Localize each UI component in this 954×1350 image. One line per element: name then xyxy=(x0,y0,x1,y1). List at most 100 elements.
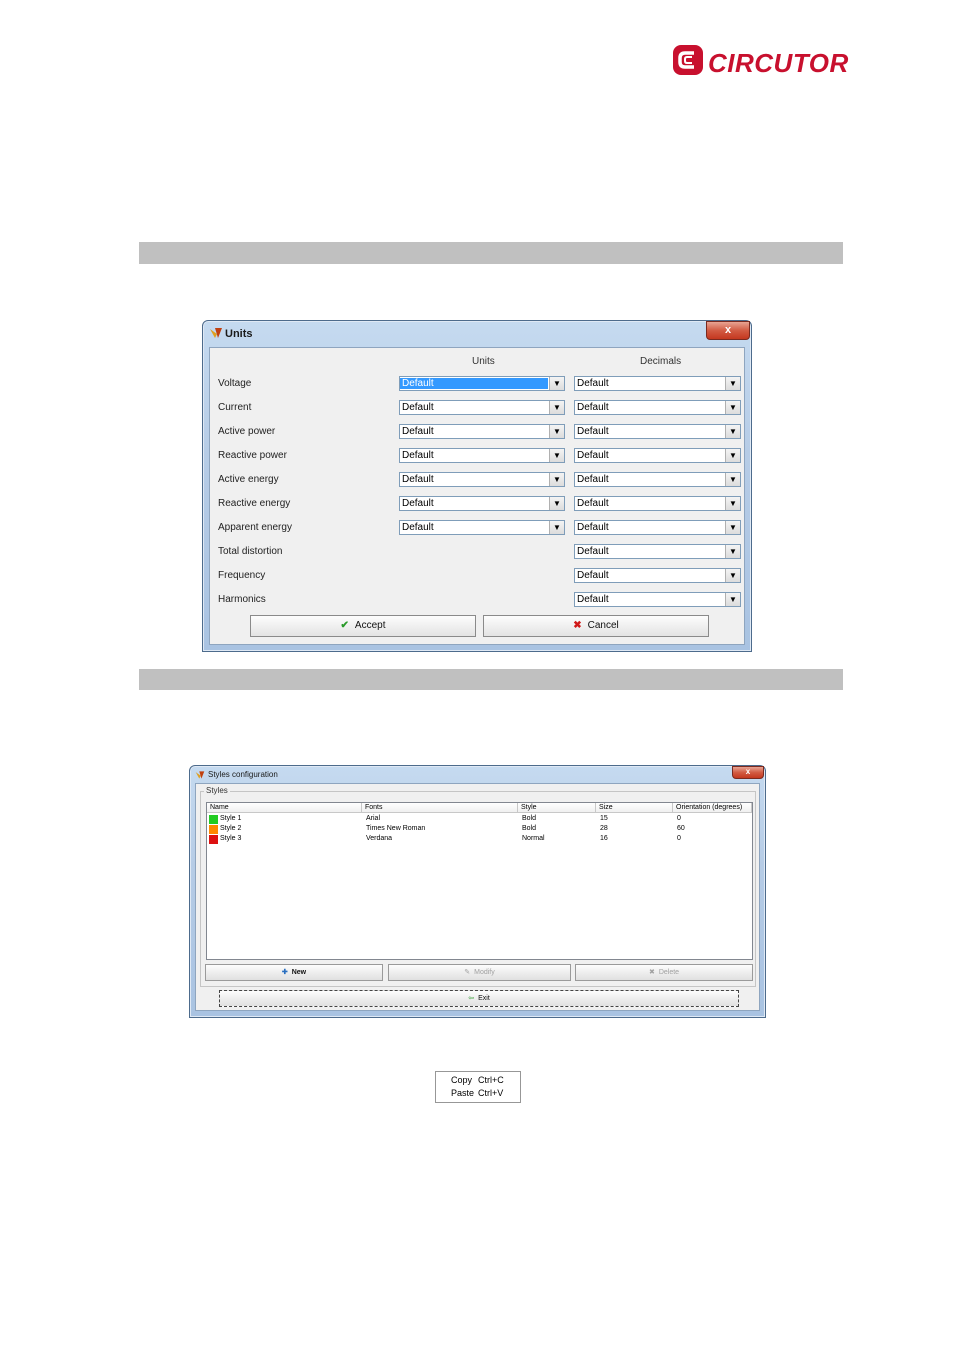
close-button[interactable]: x xyxy=(732,766,764,779)
row-label-frequency: Frequency xyxy=(218,570,266,581)
accept-label: Accept xyxy=(354,620,386,631)
menu-item-copy[interactable]: Copy xyxy=(451,1075,472,1085)
circutor-logo-icon xyxy=(673,45,703,75)
row-label-current: Current xyxy=(218,402,252,413)
chevron-down-icon[interactable]: ▼ xyxy=(549,521,564,534)
active-energy-decimals-select[interactable]: Default ▼ xyxy=(574,472,741,487)
reactive-power-units-select[interactable]: Default ▼ xyxy=(399,448,565,463)
current-units-select[interactable]: Default ▼ xyxy=(399,400,565,415)
style-name[interactable]: Style 2 xyxy=(220,824,241,834)
column-header-orientation[interactable]: Orientation (degrees) xyxy=(673,803,752,813)
column-header-size[interactable]: Size xyxy=(596,803,673,813)
menu-item-paste[interactable]: Paste xyxy=(451,1088,474,1098)
styles-client-area: Styles Name Fonts Style Size Orientation… xyxy=(195,783,760,1011)
accept-button[interactable]: ✔ Accept xyxy=(250,615,476,637)
active-power-decimals-select[interactable]: Default ▼ xyxy=(574,424,741,439)
app-icon xyxy=(195,771,205,779)
select-value: Default xyxy=(402,474,434,485)
cancel-label: Cancel xyxy=(587,620,619,631)
style-weight: Bold xyxy=(522,825,537,832)
chevron-down-icon[interactable]: ▼ xyxy=(549,401,564,414)
style-orientation: 60 xyxy=(677,825,685,832)
chevron-down-icon[interactable]: ▼ xyxy=(549,377,564,390)
select-value: Default xyxy=(402,450,434,461)
active-power-units-select[interactable]: Default ▼ xyxy=(399,424,565,439)
frequency-decimals-select[interactable]: Default ▼ xyxy=(574,568,741,583)
voltage-decimals-select[interactable]: Default ▼ xyxy=(574,376,741,391)
chevron-down-icon[interactable]: ▼ xyxy=(725,521,740,534)
style-name[interactable]: Style 3 xyxy=(220,834,241,844)
row-label-reactive-power: Reactive power xyxy=(218,450,287,461)
style-weight: Normal xyxy=(522,835,545,842)
decimals-column-header: Decimals xyxy=(640,356,682,367)
harmonics-decimals-select[interactable]: Default ▼ xyxy=(574,592,741,607)
chevron-down-icon[interactable]: ▼ xyxy=(549,425,564,438)
chevron-down-icon[interactable]: ▼ xyxy=(725,473,740,486)
select-value: Default xyxy=(577,426,609,437)
row-label-total-distortion: Total distortion xyxy=(218,546,283,557)
section-bar-2 xyxy=(139,669,843,690)
exit-label: Exit xyxy=(478,995,490,1002)
section-bar-1 xyxy=(139,242,843,264)
total-distortion-decimals-select[interactable]: Default ▼ xyxy=(574,544,741,559)
menu-shortcut-paste: Ctrl+V xyxy=(478,1088,504,1098)
style-color-swatch xyxy=(209,835,218,844)
new-icon: ✚ xyxy=(281,969,288,976)
select-value: Default xyxy=(577,450,609,461)
style-name[interactable]: Style 1 xyxy=(220,814,241,824)
select-value: Default xyxy=(402,498,434,509)
row-label-voltage: Voltage xyxy=(218,378,252,389)
modify-style-button[interactable]: ✎ Modify xyxy=(388,964,571,981)
reactive-energy-decimals-select[interactable]: Default ▼ xyxy=(574,496,741,511)
chevron-down-icon[interactable]: ▼ xyxy=(725,569,740,582)
row-label-active-power: Active power xyxy=(218,426,276,437)
column-header-fonts[interactable]: Fonts xyxy=(362,803,518,813)
chevron-down-icon[interactable]: ▼ xyxy=(725,593,740,606)
window-title: Units xyxy=(225,328,253,340)
delete-label: Delete xyxy=(658,969,680,976)
close-button[interactable]: x xyxy=(706,321,750,340)
current-decimals-select[interactable]: Default ▼ xyxy=(574,400,741,415)
apparent-energy-units-select[interactable]: Default ▼ xyxy=(399,520,565,535)
select-value: Default xyxy=(577,378,609,389)
chevron-down-icon[interactable]: ▼ xyxy=(725,377,740,390)
logo-text: CIRCUTOR xyxy=(708,48,849,78)
exit-icon: ⇦ xyxy=(468,995,475,1002)
chevron-down-icon[interactable]: ▼ xyxy=(725,449,740,462)
modify-label: Modify xyxy=(474,969,495,976)
delete-style-button[interactable]: ✖ Delete xyxy=(575,964,753,981)
cancel-button[interactable]: ✖ Cancel xyxy=(483,615,709,637)
style-font: Times New Roman xyxy=(366,825,426,832)
chevron-down-icon[interactable]: ▼ xyxy=(725,401,740,414)
chevron-down-icon[interactable]: ▼ xyxy=(549,449,564,462)
chevron-down-icon[interactable]: ▼ xyxy=(725,497,740,510)
style-color-swatch xyxy=(209,815,218,824)
reactive-energy-units-select[interactable]: Default ▼ xyxy=(399,496,565,511)
select-value: Default xyxy=(577,570,609,581)
window-title: Styles configuration xyxy=(208,770,278,779)
chevron-down-icon[interactable]: ▼ xyxy=(549,497,564,510)
new-label: New xyxy=(291,969,307,976)
reactive-power-decimals-select[interactable]: Default ▼ xyxy=(574,448,741,463)
style-size: 15 xyxy=(600,815,608,822)
chevron-down-icon[interactable]: ▼ xyxy=(725,545,740,558)
chevron-down-icon[interactable]: ▼ xyxy=(725,425,740,438)
select-value: Default xyxy=(577,546,609,557)
styles-window: Styles configuration x Styles Name Fonts… xyxy=(189,765,766,1018)
select-value: Default xyxy=(577,402,609,413)
styles-list[interactable]: Name Fonts Style Size Orientation (degre… xyxy=(206,802,753,960)
exit-button[interactable]: ⇦ Exit xyxy=(219,990,739,1007)
style-font: Arial xyxy=(366,815,381,822)
voltage-units-select[interactable]: Default ▼ xyxy=(399,376,565,391)
column-header-style[interactable]: Style xyxy=(518,803,596,813)
delete-icon: ✖ xyxy=(648,969,655,976)
column-header-name[interactable]: Name xyxy=(207,803,362,813)
new-style-button[interactable]: ✚ New xyxy=(205,964,383,981)
chevron-down-icon[interactable]: ▼ xyxy=(549,473,564,486)
style-size: 28 xyxy=(600,825,608,832)
style-size: 16 xyxy=(600,835,608,842)
circutor-logo: CIRCUTOR xyxy=(672,44,849,80)
apparent-energy-decimals-select[interactable]: Default ▼ xyxy=(574,520,741,535)
style-weight: Bold xyxy=(522,815,537,822)
active-energy-units-select[interactable]: Default ▼ xyxy=(399,472,565,487)
